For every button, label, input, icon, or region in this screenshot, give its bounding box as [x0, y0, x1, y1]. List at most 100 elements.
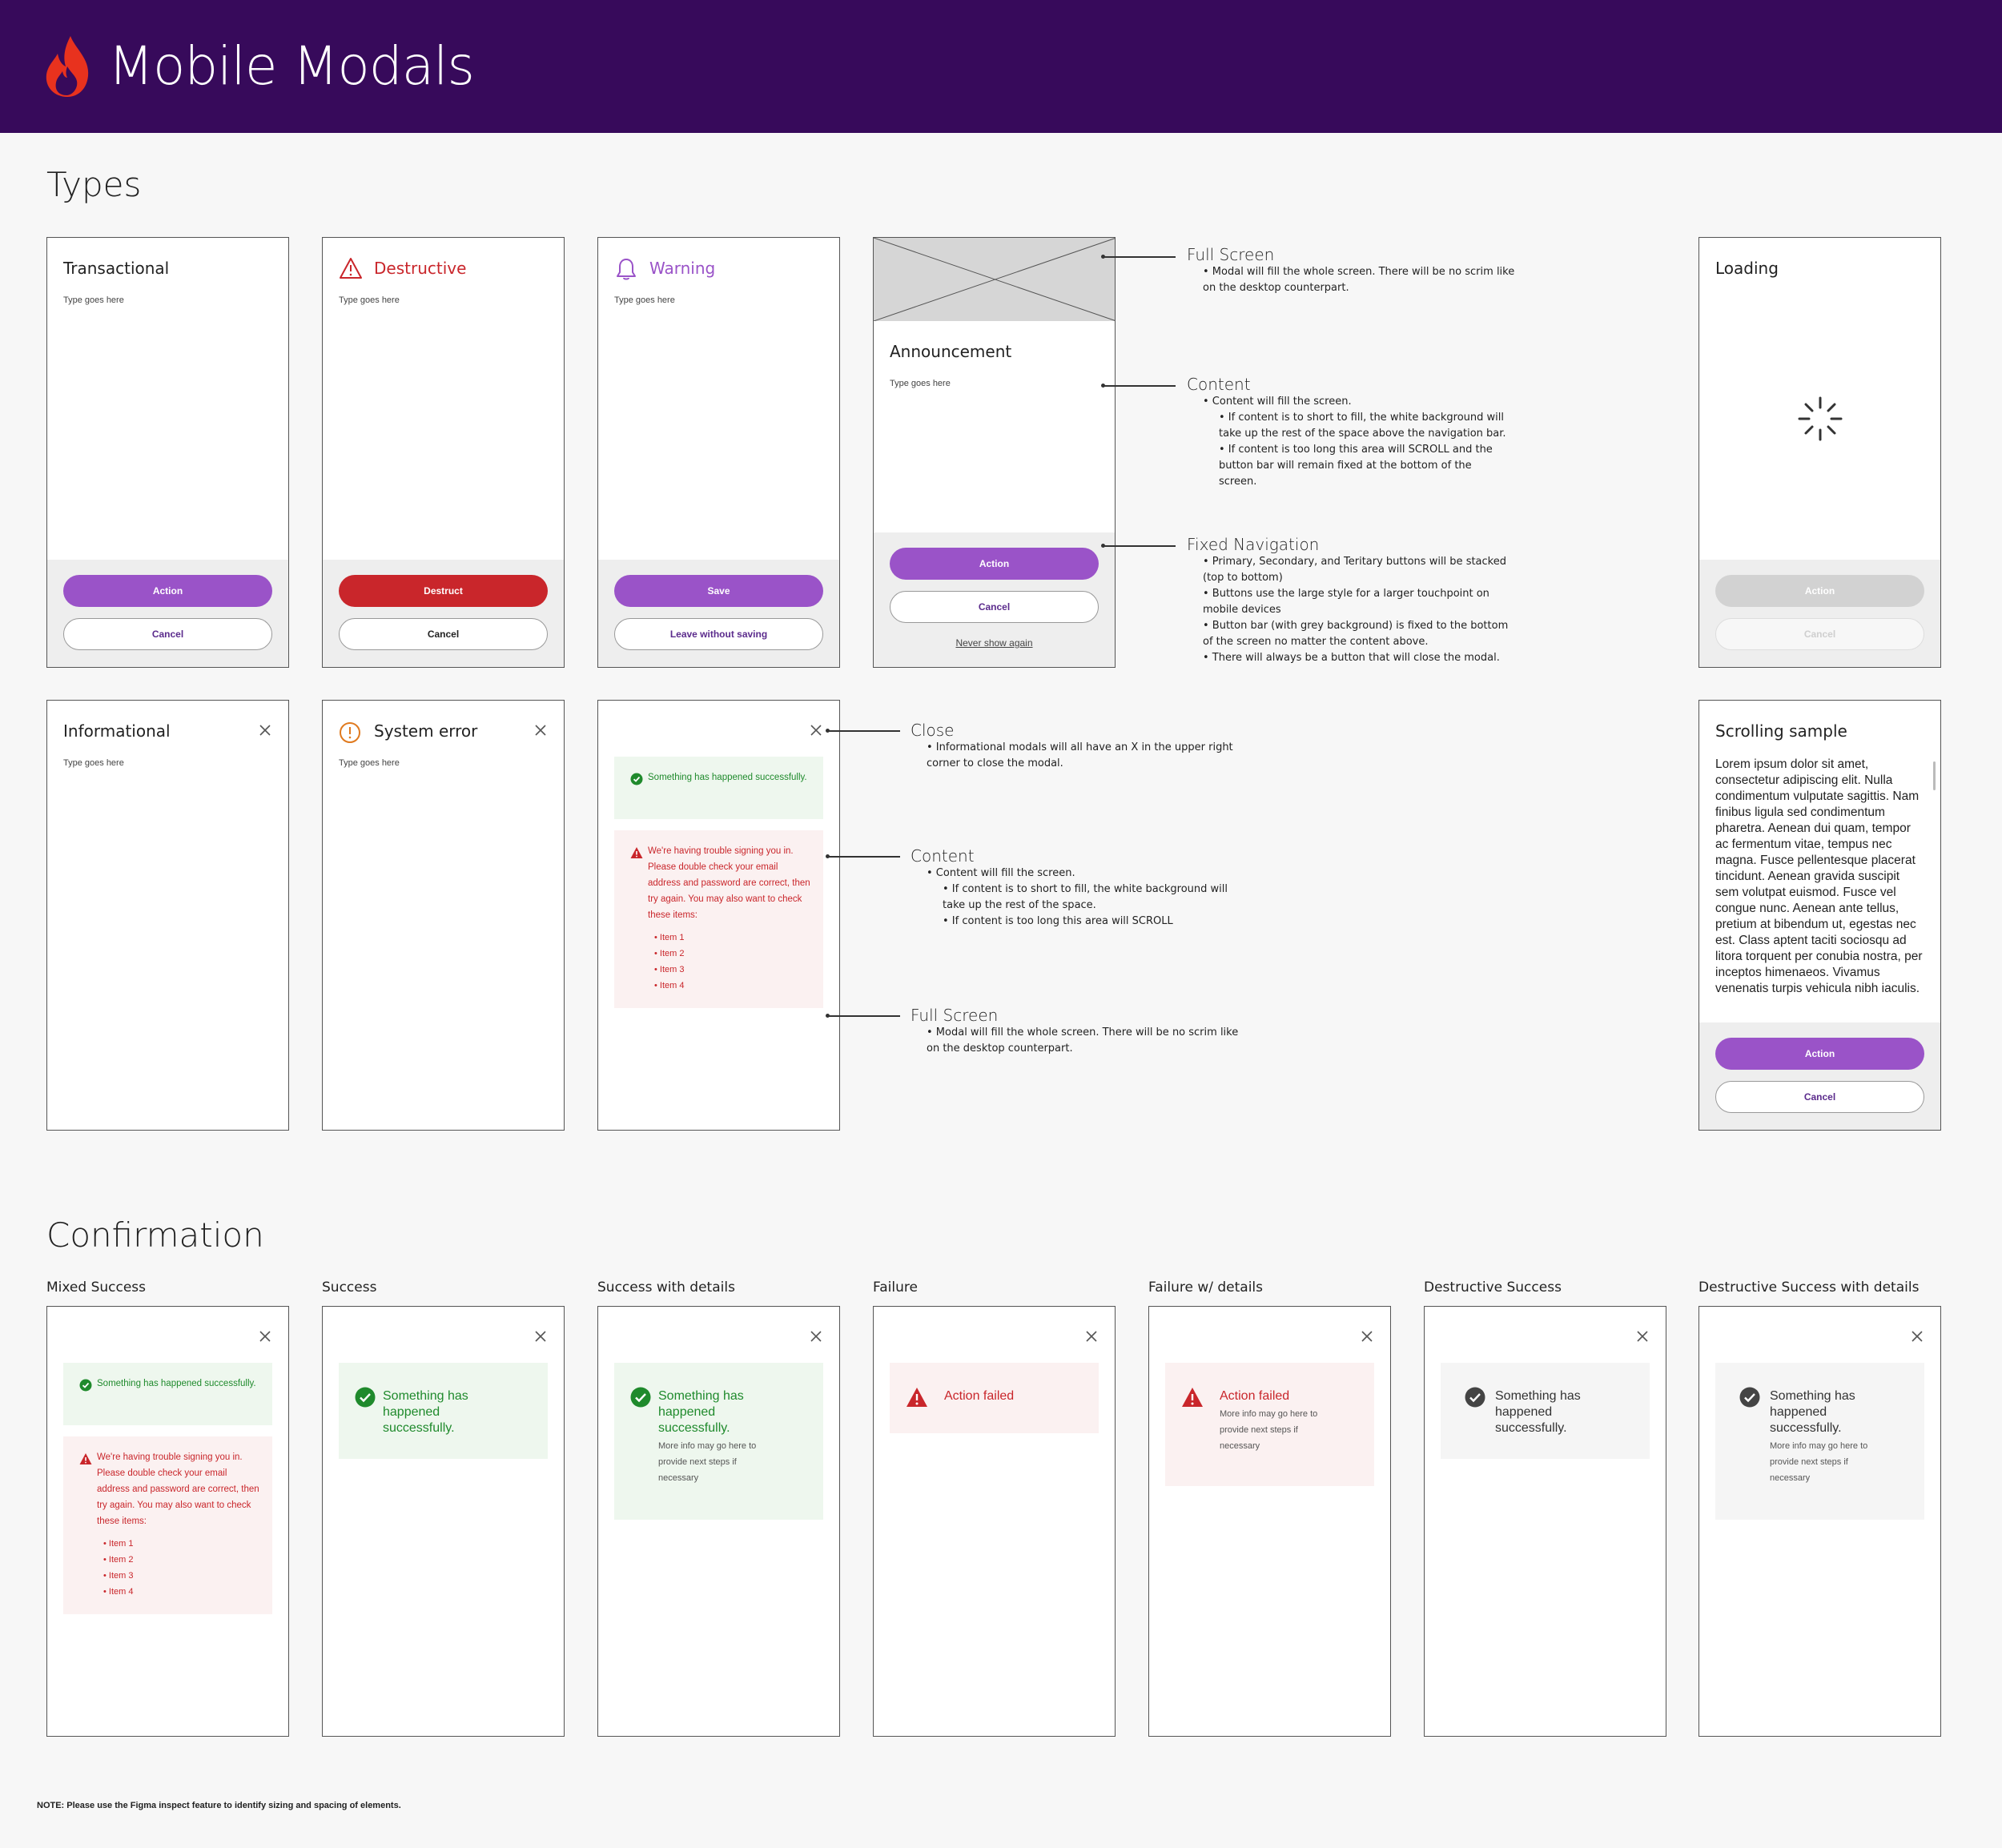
image-placeholder-icon: [874, 238, 1115, 321]
neutral-alert: Something has happened successfully. Mor…: [1715, 1363, 1924, 1520]
alert-message: Something has happened successfully.: [1770, 1389, 1855, 1435]
check-circle-icon: [630, 773, 643, 785]
alert-message: Something has happened successfully.: [648, 773, 807, 782]
never-show-again-link[interactable]: Never show again: [874, 637, 1115, 649]
leader-line: [1104, 256, 1176, 258]
destructive-success-with-details-modal: Something has happened successfully. Mor…: [1698, 1306, 1941, 1737]
destructive-modal: Destructive Type goes here Destruct Canc…: [322, 237, 565, 668]
error-alert: Action failed: [890, 1363, 1099, 1433]
close-icon[interactable]: [809, 1329, 823, 1344]
modal-title: Warning: [649, 259, 716, 278]
close-icon[interactable]: [1084, 1329, 1099, 1344]
note-line: • Button bar (with grey background) is f…: [1203, 620, 1509, 632]
cancel-button[interactable]: Cancel: [63, 618, 272, 650]
leader-dot: [1101, 544, 1105, 548]
note-line: (top to bottom): [1203, 572, 1283, 584]
spinner-icon: [1798, 396, 1843, 441]
scrollbar[interactable]: [1933, 761, 1936, 790]
check-circle-icon: [1465, 1387, 1485, 1408]
warning-triangle-icon: [79, 1453, 92, 1464]
list-item: • Item 3: [654, 965, 685, 974]
close-icon[interactable]: [809, 723, 823, 737]
note-full-screen: Full Screen • Modal will fill the whole …: [911, 1006, 1238, 1057]
note-title: Fixed Navigation: [1187, 535, 1320, 554]
cancel-button[interactable]: Cancel: [339, 618, 548, 650]
close-icon[interactable]: [1910, 1329, 1924, 1344]
action-button[interactable]: Action: [63, 575, 272, 607]
check-circle-icon: [630, 1387, 651, 1408]
modal-title: Informational: [63, 721, 171, 741]
failure-modal: Action failed: [873, 1306, 1116, 1737]
modal-title: Destructive: [374, 259, 467, 278]
success-alert: Something has happened successfully.: [614, 757, 823, 819]
save-button[interactable]: Save: [614, 575, 823, 607]
list-item: • Item 2: [103, 1555, 134, 1565]
note-line: • If content is to short to fill, the wh…: [1219, 412, 1505, 424]
transactional-modal: Transactional Type goes here Action Canc…: [46, 237, 289, 668]
cancel-button[interactable]: Cancel: [1715, 618, 1924, 650]
note-line: • Buttons use the large style for a larg…: [1203, 588, 1489, 600]
leader-dot: [826, 854, 830, 858]
section-title-confirmation: Confirmation: [46, 1215, 264, 1255]
button-bar: Destruct Cancel: [323, 560, 564, 667]
modal-title: Announcement: [890, 342, 1012, 361]
leader-line: [828, 730, 900, 732]
cancel-button[interactable]: Cancel: [890, 591, 1099, 623]
note-line: • Content will fill the screen.: [1203, 396, 1352, 408]
note-title: Content: [1187, 375, 1251, 394]
note-line: on the desktop counterpart.: [1203, 282, 1349, 294]
announcement-modal: Announcement Type goes here Action Cance…: [873, 237, 1116, 668]
action-button[interactable]: Action: [890, 548, 1099, 580]
note-line: mobile devices: [1203, 604, 1281, 616]
close-icon[interactable]: [258, 1329, 272, 1344]
cancel-button[interactable]: Cancel: [1715, 1081, 1924, 1113]
button-bar: Action Cancel: [1699, 560, 1940, 667]
success-alert: Something has happened successfully.: [339, 1363, 548, 1459]
close-icon[interactable]: [1360, 1329, 1374, 1344]
list-item: • Item 1: [103, 1539, 134, 1549]
leader-dot: [1101, 255, 1105, 259]
leader-dot: [1101, 384, 1105, 388]
leader-line: [1104, 385, 1176, 387]
alert-message: We're having trouble signing you in. Ple…: [648, 846, 810, 920]
leave-without-saving-button[interactable]: Leave without saving: [614, 618, 823, 650]
button-bar: Action Cancel: [47, 560, 288, 667]
loading-modal: Loading Action Cancel: [1698, 237, 1941, 668]
note-full-screen: Full Screen • Modal will fill the whole …: [1187, 245, 1514, 296]
action-button[interactable]: Action: [1715, 575, 1924, 607]
footnote: NOTE: Please use the Figma inspect featu…: [37, 1801, 401, 1810]
note-close: Close • Informational modals will all ha…: [911, 721, 1233, 772]
error-alert: Action failed More info may go here to p…: [1165, 1363, 1374, 1486]
scroll-content[interactable]: Lorem ipsum dolor sit amet, consectetur …: [1715, 757, 1925, 1022]
alert-message: Action failed: [1220, 1389, 1290, 1403]
note-content: Content • Content will fill the screen. …: [1187, 375, 1506, 490]
close-icon[interactable]: [258, 723, 272, 737]
note-line: screen.: [1219, 476, 1257, 488]
success-with-details-modal: Something has happened successfully. Mor…: [597, 1306, 840, 1737]
neutral-alert: Something has happened successfully.: [1441, 1363, 1650, 1459]
close-icon[interactable]: [533, 1329, 548, 1344]
leader-line: [828, 1015, 900, 1017]
list-item: • Item 4: [103, 1587, 134, 1597]
alert-message: Action failed: [944, 1389, 1015, 1403]
modal-title: Loading: [1715, 259, 1779, 278]
note-line: button bar will remain fixed at the bott…: [1219, 460, 1472, 472]
list-item: • Item 4: [654, 981, 685, 990]
destructive-success-modal: Something has happened successfully.: [1424, 1306, 1666, 1737]
warning-triangle-icon: [340, 258, 362, 279]
close-icon[interactable]: [1635, 1329, 1650, 1344]
destruct-button[interactable]: Destruct: [339, 575, 548, 607]
modal-body: Type goes here: [890, 379, 951, 388]
label-mixed-success: Mixed Success: [46, 1280, 147, 1296]
alert-details: More info may go here to provide next st…: [1220, 1409, 1318, 1451]
note-line: corner to close the modal.: [927, 757, 1063, 769]
leader-line: [1104, 545, 1176, 547]
note-fixed-navigation: Fixed Navigation • Primary, Secondary, a…: [1187, 535, 1508, 666]
action-button[interactable]: Action: [1715, 1038, 1924, 1070]
failure-with-details-modal: Action failed More info may go here to p…: [1148, 1306, 1391, 1737]
label-success-with-details: Success with details: [597, 1280, 735, 1296]
mixed-alerts-modal: Something has happened successfully. We'…: [597, 700, 840, 1131]
modal-body: Type goes here: [614, 295, 675, 305]
system-error-modal: System error Type goes here: [322, 700, 565, 1131]
close-icon[interactable]: [533, 723, 548, 737]
